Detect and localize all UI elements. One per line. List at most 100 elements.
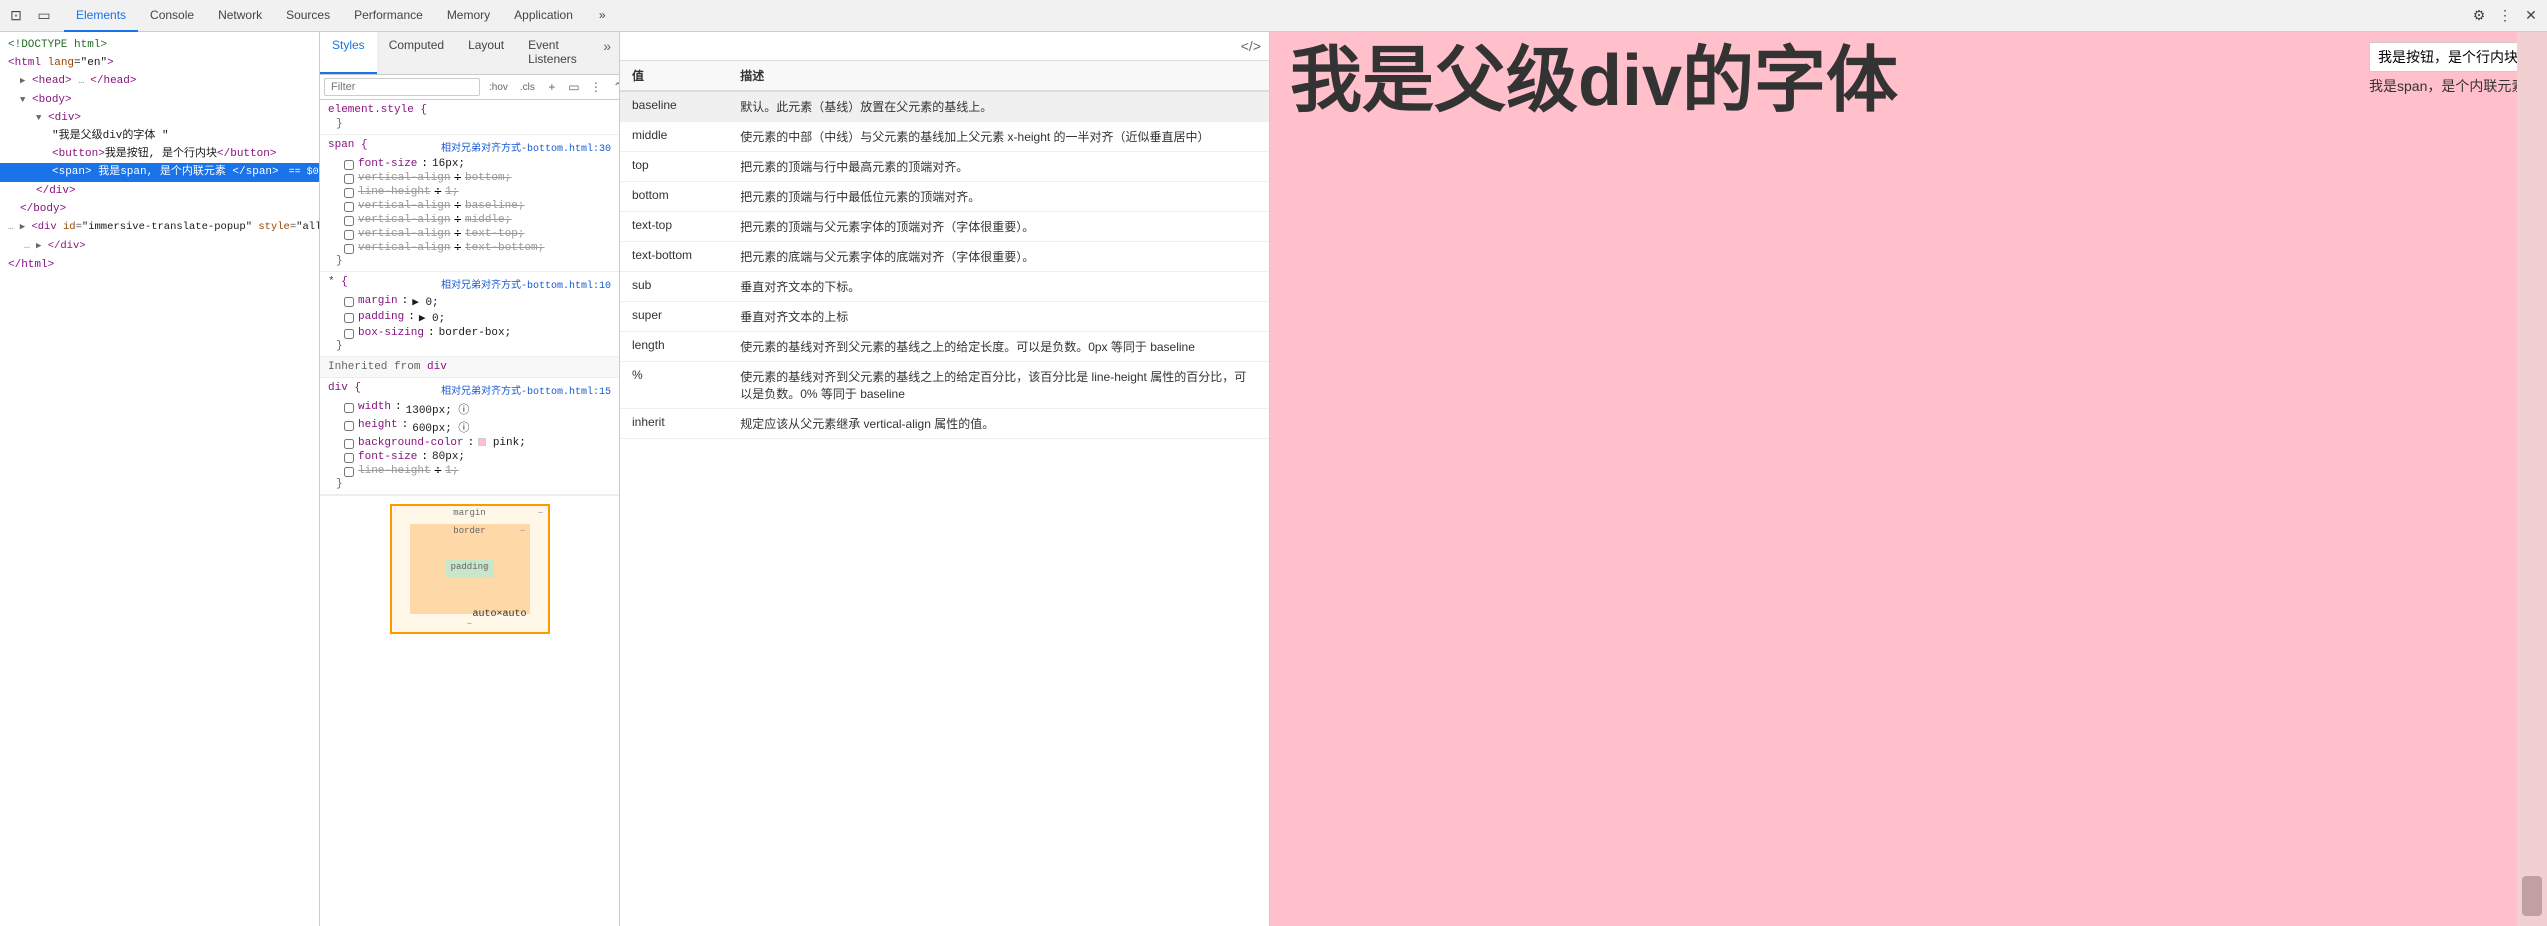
prop-checkbox-font-size-div[interactable] xyxy=(344,453,354,463)
tooltip-table-head: 值 描述 xyxy=(620,61,1269,91)
style-prop-height: height: 600px; ⓘ xyxy=(328,418,611,436)
tooltip-desc: 使元素的基线对齐到父元素的基线之上的给定百分比，该百分比是 line-heigh… xyxy=(728,362,1269,409)
dom-line-button[interactable]: <button>我是按钮, 是个行内块</button> xyxy=(0,145,319,163)
tooltip-row: top把元素的顶端与行中最高元素的顶端对齐。 xyxy=(620,152,1269,182)
style-prop-bg-color: background-color: pink; xyxy=(328,436,611,450)
tab-application[interactable]: Application xyxy=(502,0,585,32)
style-prop-box-sizing: box-sizing: border-box; xyxy=(328,326,611,340)
tooltip-header-row-tr: 值 描述 xyxy=(620,61,1269,91)
tab-more[interactable]: » xyxy=(587,0,618,32)
devtools-right-icons: ⚙ ⋮ ✕ xyxy=(2467,4,2543,28)
tooltip-row: middle使元素的中部（中线）与父元素的基线加上父元素 x-height 的一… xyxy=(620,122,1269,152)
toggle-element-state-icon[interactable]: ▭ xyxy=(564,77,584,97)
tooltip-value: super xyxy=(620,302,728,332)
style-prop-vertical-align-text-top: vertical-align: text-top; xyxy=(328,227,611,241)
prop-checkbox-margin[interactable] xyxy=(344,297,354,307)
tooltip-table: 值 描述 baseline默认。此元素（基线）放置在父元素的基线上。middle… xyxy=(620,61,1269,439)
tooltip-tbody: baseline默认。此元素（基线）放置在父元素的基线上。middle使元素的中… xyxy=(620,91,1269,439)
tooltip-value: text-bottom xyxy=(620,242,728,272)
tooltip-desc: 把元素的顶端与行中最低位元素的顶端对齐。 xyxy=(728,182,1269,212)
box-model-section: margin – – border – padding – auto×auto xyxy=(320,495,619,642)
scroll-indicator[interactable] xyxy=(2517,32,2547,926)
dom-line-head[interactable]: ▶ <head> … </head> xyxy=(0,72,319,91)
tooltip-row: length使元素的基线对齐到父元素的基线之上的给定长度。可以是负数。0px 等… xyxy=(620,332,1269,362)
dom-line-body-close[interactable]: </body> xyxy=(0,200,319,218)
webpage-button[interactable]: 我是按钮，是个行内块 xyxy=(2369,42,2527,72)
tooltip-desc: 垂直对齐文本的上标 xyxy=(728,302,1269,332)
style-rule-div-header: div { 相对兄弟对齐方式-bottom.html:15 xyxy=(328,382,611,398)
subtab-event-listeners[interactable]: Event Listeners xyxy=(516,32,595,74)
prop-checkbox-bg-color[interactable] xyxy=(344,439,354,449)
prop-checkbox-line-height[interactable] xyxy=(344,188,354,198)
more-options-icon[interactable]: ⋮ xyxy=(2493,4,2517,28)
dom-line-div[interactable]: ▼ <div> xyxy=(0,109,319,127)
tooltip-desc: 把元素的顶端与父元素字体的顶端对齐（字体很重要）。 xyxy=(728,212,1269,242)
tab-performance[interactable]: Performance xyxy=(342,0,435,32)
prop-checkbox-box-sizing[interactable] xyxy=(344,329,354,339)
subtab-more[interactable]: » xyxy=(595,32,619,74)
devtools-topbar: ⊡ ▭ Elements Console Network Sources Per… xyxy=(0,0,2547,32)
prop-checkbox-font-size[interactable] xyxy=(344,160,354,170)
new-style-rule-icon[interactable]: + xyxy=(542,77,562,97)
hov-pseudo-btn[interactable]: :hov xyxy=(484,80,513,95)
tooltip-row: text-top把元素的顶端与父元素字体的顶端对齐（字体很重要）。 xyxy=(620,212,1269,242)
subtab-layout[interactable]: Layout xyxy=(456,32,516,74)
styles-content: element.style { } span { 相对兄弟对齐方式-bottom… xyxy=(320,100,619,926)
tab-network[interactable]: Network xyxy=(206,0,274,32)
tooltip-value: middle xyxy=(620,122,728,152)
tooltip-row: sub垂直对齐文本的下标。 xyxy=(620,272,1269,302)
more-style-options-icon[interactable]: ⋮ xyxy=(586,77,606,97)
tooltip-desc: 把元素的底端与父元素字体的底端对齐（字体很重要）。 xyxy=(728,242,1269,272)
dom-line-body[interactable]: ▼ <body> xyxy=(0,91,319,109)
tooltip-code-icon[interactable]: </> xyxy=(1241,38,1261,54)
prop-checkbox-va-bottom[interactable] xyxy=(344,174,354,184)
prop-checkbox-line-height-div[interactable] xyxy=(344,467,354,477)
dom-line-doctype[interactable]: <!DOCTYPE html> xyxy=(0,36,319,54)
styles-filter-bar: :hov .cls + ▭ ⋮ ⌃ xyxy=(320,75,619,100)
style-prop-margin: margin: ▶ 0; xyxy=(328,294,611,310)
dom-tree[interactable]: <!DOCTYPE html> <html lang="en"> ▶ <head… xyxy=(0,32,319,926)
dom-line-text[interactable]: "我是父级div的字体 " xyxy=(0,127,319,145)
style-prop-padding: padding: ▶ 0; xyxy=(328,310,611,326)
prop-checkbox-height[interactable] xyxy=(344,421,354,431)
device-toggle-icon[interactable]: ▭ xyxy=(32,4,56,28)
prop-checkbox-va-baseline[interactable] xyxy=(344,202,354,212)
tab-console[interactable]: Console xyxy=(138,0,206,32)
tooltip-value: text-top xyxy=(620,212,728,242)
tab-sources[interactable]: Sources xyxy=(274,0,342,32)
bm-margin: margin – – border – padding – auto×auto xyxy=(390,504,550,634)
style-rule-element: element.style { } xyxy=(320,100,619,135)
elements-panel: <!DOCTYPE html> <html lang="en"> ▶ <head… xyxy=(0,32,320,926)
styles-filter-input[interactable] xyxy=(324,78,480,96)
subtab-styles[interactable]: Styles xyxy=(320,32,377,74)
prop-checkbox-va-middle[interactable] xyxy=(344,216,354,226)
dom-line-div-immersive[interactable]: … ▶ <div id="immersive-translate-popup" … xyxy=(0,218,319,237)
tooltip-value: bottom xyxy=(620,182,728,212)
dom-line-div-immersive-child[interactable]: … ▶ </div> xyxy=(0,237,319,256)
tab-elements[interactable]: Elements xyxy=(64,0,138,32)
style-rule-selector: element.style { xyxy=(328,104,611,116)
tooltip-value: length xyxy=(620,332,728,362)
style-rule-universal-header: * { 相对兄弟对齐方式-bottom.html:10 xyxy=(328,276,611,292)
close-devtools-icon[interactable]: ✕ xyxy=(2519,4,2543,28)
tooltip-panel: </> 值 描述 baseline默认。此元素（基线）放置在父元素的基线上。mi… xyxy=(620,32,1270,926)
tab-memory[interactable]: Memory xyxy=(435,0,502,32)
style-rule-span-header: span { 相对兄弟对齐方式-bottom.html:30 xyxy=(328,139,611,155)
refresh-style-icon[interactable]: ⌃ xyxy=(608,77,620,97)
prop-checkbox-width[interactable] xyxy=(344,403,354,413)
prop-checkbox-padding[interactable] xyxy=(344,313,354,323)
settings-icon[interactable]: ⚙ xyxy=(2467,4,2491,28)
dom-line-html[interactable]: <html lang="en"> xyxy=(0,54,319,72)
dom-line-div-close[interactable]: </div> xyxy=(0,182,319,200)
tooltip-row: %使元素的基线对齐到父元素的基线之上的给定百分比，该百分比是 line-heig… xyxy=(620,362,1269,409)
cls-pseudo-btn[interactable]: .cls xyxy=(515,80,540,95)
dom-line-span[interactable]: <span> 我是span, 是个内联元素 </span> == $0 xyxy=(0,163,319,182)
subtab-computed[interactable]: Computed xyxy=(377,32,456,74)
prop-checkbox-va-text-bottom[interactable] xyxy=(344,244,354,254)
style-prop-vertical-align-middle: vertical-align: middle; xyxy=(328,213,611,227)
style-rule-universal: * { 相对兄弟对齐方式-bottom.html:10 margin: ▶ 0;… xyxy=(320,272,619,357)
inspect-element-icon[interactable]: ⊡ xyxy=(4,4,28,28)
dom-line-html-close[interactable]: </html> xyxy=(0,256,319,274)
prop-checkbox-va-text-top[interactable] xyxy=(344,230,354,240)
tooltip-value: % xyxy=(620,362,728,409)
